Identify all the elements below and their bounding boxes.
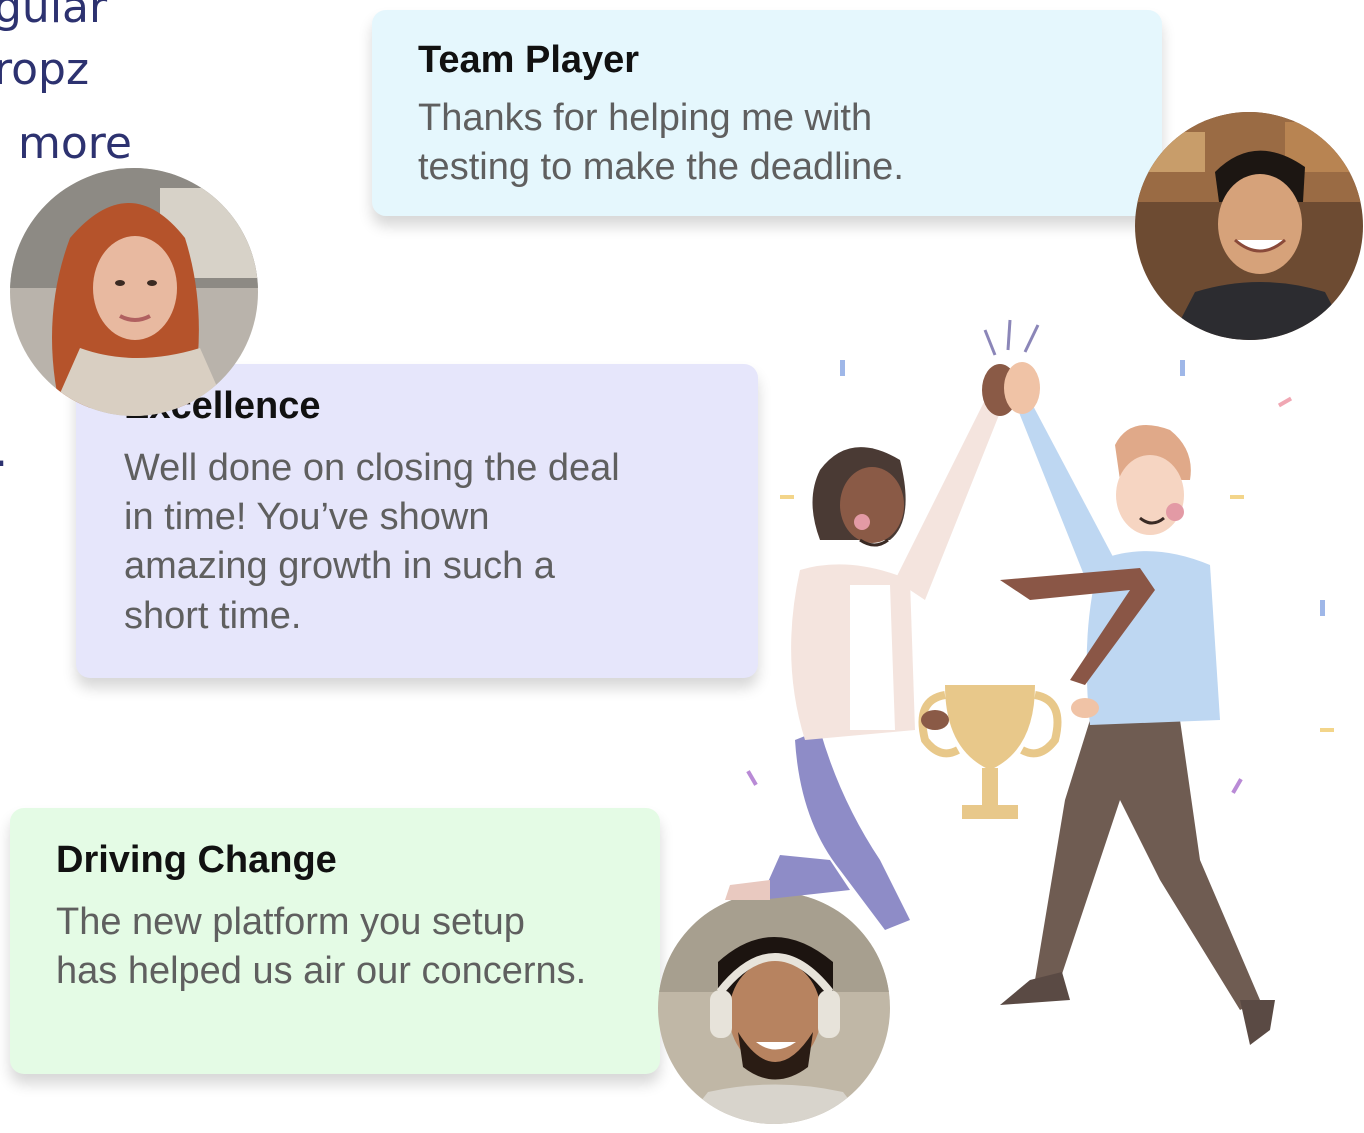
trophy-icon	[918, 685, 1062, 819]
card-body-line: in time! You’ve shown	[124, 495, 490, 538]
card-body-line: Well done on closing the deal	[124, 446, 620, 489]
recognition-card-driving-change: Driving Change The new platform you setu…	[10, 808, 660, 1074]
card-body: The new platform you setup has helped us…	[56, 898, 660, 997]
card-body-line: testing to make the deadline.	[418, 145, 904, 188]
avatar-woman	[10, 168, 258, 416]
card-body-line: The new platform you setup	[56, 900, 525, 943]
recognition-card-excellence: Excellence Well done on closing the deal…	[76, 364, 758, 678]
background-text-line-1: gular	[0, 0, 108, 33]
background-text-line-4: .	[0, 430, 8, 474]
high-five-hands	[982, 362, 1040, 416]
card-body-line: has helped us air our concerns.	[56, 949, 587, 992]
card-title: Team Player	[418, 39, 640, 81]
card-body-line: amazing growth in such a	[124, 545, 555, 588]
card-body-line: Thanks for helping me with	[418, 96, 873, 139]
card-body: Well done on closing the deal in time! Y…	[124, 444, 758, 642]
card-body: Thanks for helping me with testing to ma…	[418, 94, 1162, 193]
celebration-illustration	[725, 319, 1334, 1045]
card-title: Excellence	[124, 385, 321, 427]
background-text-line-2: ropz	[0, 44, 90, 95]
background-text-line-3: more	[18, 118, 132, 169]
recognition-card-team-player: Team Player Thanks for helping me with t…	[372, 10, 1162, 216]
woman-figure	[725, 390, 1005, 930]
card-body-line: short time.	[124, 594, 302, 637]
card-title: Driving Change	[56, 839, 337, 881]
